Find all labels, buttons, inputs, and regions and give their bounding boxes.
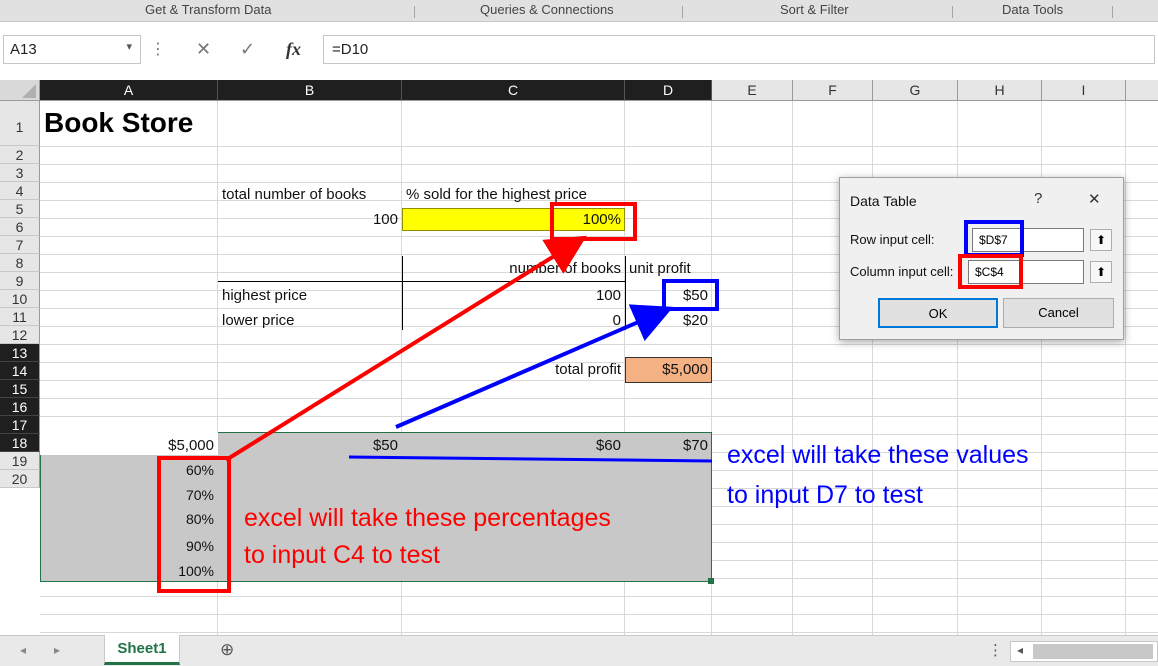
blue-annotation-line2: to input D7 to test — [727, 481, 923, 509]
horizontal-scrollbar[interactable]: ◂ — [1010, 641, 1158, 662]
scroll-left-icon[interactable]: ◂ — [20, 643, 26, 657]
red-annotation-line2: to input C4 to test — [244, 541, 440, 569]
data-table-dialog: Data Table ? ✕ Row input cell: $D$7 ⬆ Co… — [839, 177, 1124, 340]
add-sheet-icon[interactable]: ⊕ — [220, 640, 234, 660]
blue-highlight-d7 — [662, 279, 719, 311]
red-annotation-line1: excel will take these percentages — [244, 504, 611, 532]
scroll-left-arrow-icon[interactable]: ◂ — [1017, 643, 1023, 657]
blue-underline — [348, 455, 713, 463]
red-highlight-c4 — [550, 202, 637, 241]
red-arrow — [224, 235, 587, 462]
scrollbar-thumb[interactable] — [1033, 644, 1153, 659]
more-options-icon[interactable]: ⋮ — [988, 641, 1003, 659]
blue-annotation-line1: excel will take these values — [727, 441, 1029, 469]
sheet-tab-sheet1[interactable]: Sheet1 — [104, 635, 180, 665]
red-highlight-percentages — [157, 456, 231, 593]
dialog-highlights — [958, 220, 1024, 289]
scroll-right-icon[interactable]: ▸ — [54, 643, 60, 657]
